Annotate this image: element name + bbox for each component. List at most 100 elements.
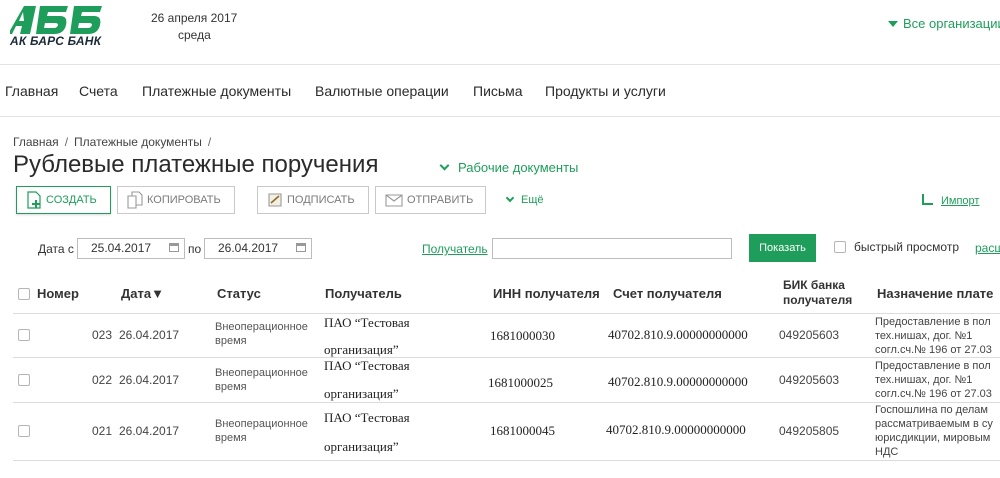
organization-select[interactable]: Все организации (888, 16, 1000, 31)
copy-button[interactable]: КОПИРОВАТЬ (117, 186, 235, 214)
row-purpose-line1: Госпошлина по делам (875, 404, 988, 416)
organization-select-label: Все организации (903, 16, 1000, 31)
breadcrumb: Главная / Платежные документы / (13, 135, 212, 149)
chevron-down-icon (505, 193, 515, 203)
row-date: 26.04.2017 (119, 424, 180, 438)
row-purpose: Предоставление в пол тех.нишах, дог. №1 … (875, 359, 1000, 401)
sign-button-label: ПОДПИСАТЬ (287, 194, 355, 206)
breadcrumb-home[interactable]: Главная (13, 135, 59, 149)
extended-search-link[interactable]: расш (975, 241, 1000, 255)
row-status: Внеоперационное время (215, 320, 308, 348)
recipient-input[interactable] (492, 238, 732, 259)
row-recipient-line1: ПАО “Тестовая (324, 315, 410, 330)
row-status-line2: время (215, 432, 247, 444)
page-title: Рублевые платежные поручения (13, 151, 379, 178)
row-status: Внеоперационное время (215, 366, 308, 394)
create-button[interactable]: СОЗДАТЬ (16, 186, 111, 214)
nav-divider (0, 116, 1000, 117)
row-recipient-line2: организация” (324, 386, 399, 401)
column-header-bik[interactable]: БИК банка получателя (783, 278, 852, 308)
row-recipient-line2: организация” (324, 439, 399, 454)
row-inn: 1681000025 (488, 375, 553, 390)
date-from-input[interactable]: 25.04.2017 (77, 238, 185, 259)
row-recipient-line1: ПАО “Тестовая (324, 410, 410, 425)
current-date: 26 апреля 2017 (151, 11, 238, 25)
nav-item-home[interactable]: Главная (5, 83, 58, 99)
date-from-value: 25.04.2017 (91, 241, 152, 255)
import-label: Импорт (941, 195, 980, 207)
row-purpose-line1: Предоставление в пол (875, 360, 991, 372)
calendar-icon[interactable] (169, 243, 179, 252)
row-number: 021 (92, 424, 113, 438)
row-purpose-line3: юрисдикции, мировым (875, 432, 991, 444)
row-bik: 049205603 (779, 328, 840, 342)
row-number: 022 (92, 373, 113, 387)
row-status-line1: Внеоперационное (215, 367, 308, 379)
table-header-divider (13, 313, 1000, 314)
calendar-icon[interactable] (296, 243, 306, 252)
date-to-value: 26.04.2017 (218, 241, 279, 255)
row-date: 26.04.2017 (119, 328, 180, 342)
import-link[interactable]: Импорт (922, 194, 979, 207)
chevron-down-icon (888, 21, 898, 27)
row-inn: 1681000030 (490, 328, 555, 343)
row-purpose-line3: согл.сч.№ 196 от 27.03 (875, 388, 992, 400)
row-account: 40702.810.9.00000000000 (608, 327, 748, 342)
row-divider (13, 357, 1000, 358)
nav-item-letters[interactable]: Письма (473, 83, 523, 99)
show-button[interactable]: Показать (749, 234, 816, 262)
row-purpose: Госпошлина по делам рассматриваемым в су… (875, 403, 1000, 459)
row-purpose-line3: согл.сч.№ 196 от 27.03 (875, 344, 992, 356)
column-header-recipient[interactable]: Получатель (325, 286, 402, 301)
row-status-line1: Внеоперационное (215, 418, 308, 430)
send-envelope-icon (385, 194, 403, 207)
chevron-down-icon (439, 160, 450, 171)
copy-button-label: КОПИРОВАТЬ (147, 194, 221, 206)
sign-button[interactable]: ПОДПИСАТЬ (257, 186, 369, 214)
row-purpose-line2: тех.нишах, дог. №1 (875, 374, 973, 386)
current-weekday: среда (178, 28, 211, 42)
nav-item-accounts[interactable]: Счета (79, 83, 118, 99)
row-divider (13, 402, 1000, 403)
recipient-filter-link[interactable]: Получатель (422, 242, 488, 256)
header-divider (0, 64, 1000, 65)
more-actions-dropdown[interactable]: Ещё (505, 193, 544, 206)
date-to-label: по (188, 242, 202, 256)
row-purpose-line2: тех.нишах, дог. №1 (875, 330, 973, 342)
select-all-checkbox[interactable] (18, 288, 30, 300)
quick-view-checkbox[interactable] (834, 241, 846, 253)
row-checkbox[interactable] (18, 329, 30, 341)
work-documents-dropdown[interactable]: Рабочие документы (439, 160, 578, 175)
date-from-label: Дата с (38, 242, 74, 256)
copy-icon (127, 191, 143, 209)
breadcrumb-payment-docs[interactable]: Платежные документы (74, 135, 202, 149)
bank-logo[interactable] (10, 4, 106, 36)
nav-item-products[interactable]: Продукты и услуги (545, 83, 666, 99)
row-checkbox[interactable] (18, 425, 30, 437)
create-button-label: СОЗДАТЬ (46, 194, 97, 206)
column-header-date[interactable]: Дата▼ (121, 286, 164, 301)
column-header-inn[interactable]: ИНН получателя (493, 286, 600, 301)
date-to-input[interactable]: 26.04.2017 (204, 238, 312, 259)
column-header-number[interactable]: Номер (37, 286, 79, 301)
sign-icon (268, 193, 282, 207)
row-date: 26.04.2017 (119, 373, 180, 387)
row-number: 023 (92, 328, 113, 342)
send-button[interactable]: ОТПРАВИТЬ (375, 186, 486, 214)
row-checkbox[interactable] (18, 374, 30, 386)
row-account: 40702.810.9.00000000000 (606, 422, 746, 437)
send-button-label: ОТПРАВИТЬ (407, 194, 474, 206)
column-header-purpose[interactable]: Назначение плате (877, 286, 993, 301)
column-header-bik-line2: получателя (783, 293, 853, 307)
column-header-bik-line1: БИК банка (783, 278, 845, 292)
column-header-account[interactable]: Счет получателя (613, 286, 722, 301)
bank-logo-text: АК БАРС БАНК (10, 34, 102, 48)
column-header-status[interactable]: Статус (217, 286, 261, 301)
row-purpose: Предоставление в пол тех.нишах, дог. №1 … (875, 315, 1000, 357)
row-purpose-line4: НДС (875, 446, 899, 458)
row-status-line2: время (215, 381, 247, 393)
nav-item-payment-docs[interactable]: Платежные документы (142, 83, 291, 99)
row-bik: 049205603 (779, 373, 840, 387)
row-inn: 1681000045 (490, 423, 555, 438)
nav-item-currency-ops[interactable]: Валютные операции (315, 83, 449, 99)
